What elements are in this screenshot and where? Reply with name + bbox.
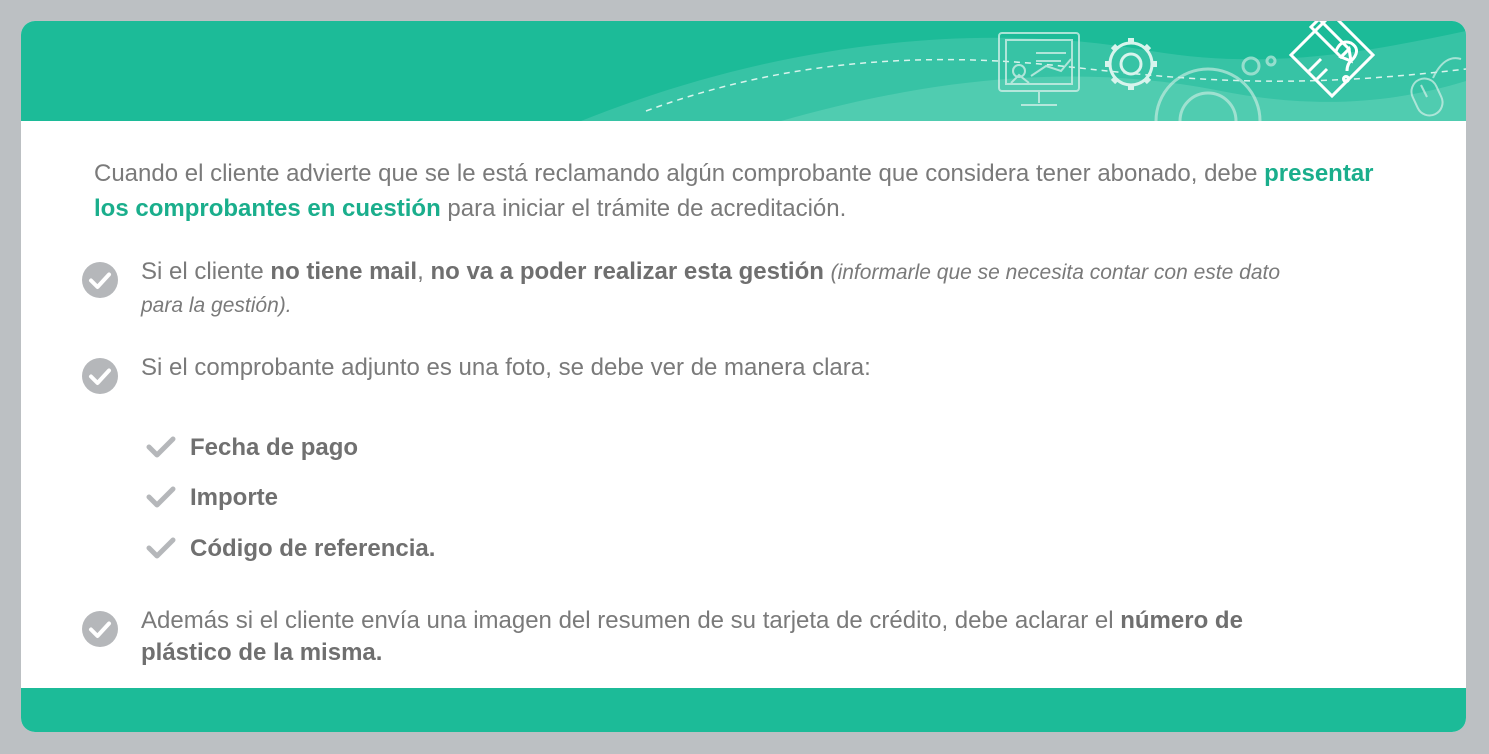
- bullet-text-part: ,: [417, 258, 431, 285]
- check-circle-icon: [82, 358, 118, 394]
- bullet-bold-no-mail: no tiene mail: [270, 258, 418, 285]
- header-decoration: [581, 21, 1466, 121]
- header-banner: [21, 21, 1466, 121]
- content-card: Cuando el cliente advierte que se le est…: [21, 21, 1466, 732]
- bullet-bold-no-gestion: no va a poder realizar esta gestión: [430, 258, 824, 285]
- bullet-text-part: Si el cliente: [141, 258, 271, 285]
- bullet-text-part: Además si el cliente envía una imagen de…: [141, 607, 1121, 634]
- intro-text-end: para iniciar el trámite de acreditación.: [440, 195, 847, 222]
- checklist-label: Importe: [190, 484, 279, 511]
- checklist-label: Fecha de pago: [190, 434, 359, 461]
- checklist-label: Código de referencia.: [190, 535, 436, 562]
- check-circle-icon: [82, 611, 118, 647]
- intro-text: Cuando el cliente advierte que se le est…: [94, 160, 1265, 187]
- bullet-text-part: [824, 258, 831, 285]
- checklist-item: Importe: [146, 482, 546, 516]
- checkmark-icon: [146, 436, 176, 458]
- checkmark-icon: [146, 486, 176, 508]
- bullet-text: Si el comprobante adjunto es una foto, s…: [141, 354, 871, 381]
- bullet-text: Además si el cliente envía una imagen de…: [141, 605, 1321, 669]
- checklist-item: Fecha de pago: [146, 432, 546, 466]
- footer-bar: [21, 688, 1466, 732]
- bullet-text: Si el cliente no tiene mail, no va a pod…: [141, 256, 1321, 322]
- intro-paragraph: Cuando el cliente advierte que se le est…: [94, 156, 1374, 226]
- checkmark-icon: [146, 537, 176, 559]
- checklist-item: Código de referencia.: [146, 533, 546, 567]
- check-circle-icon: [82, 262, 118, 298]
